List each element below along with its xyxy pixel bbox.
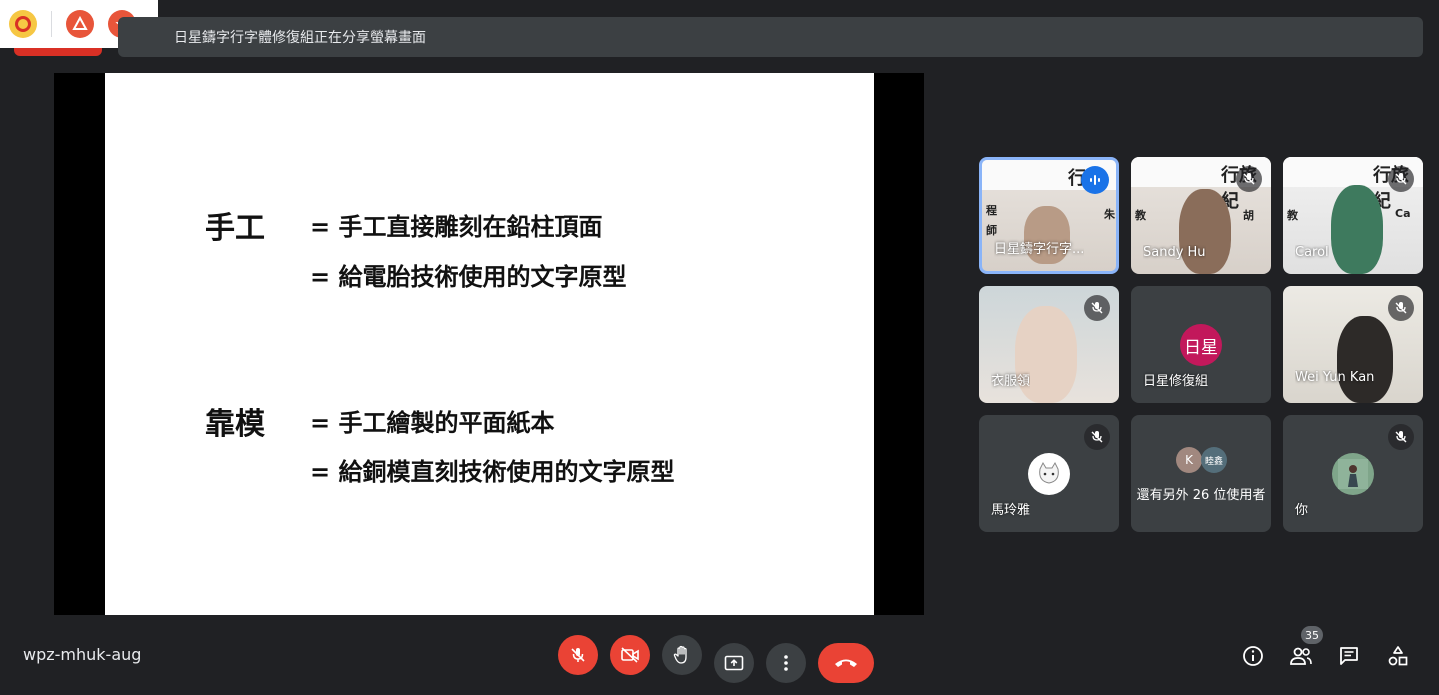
- participant-tile-wei-yun-kan[interactable]: Wei Yun Kan: [1283, 286, 1423, 403]
- participant-avatar: 睦鑫: [1201, 447, 1227, 473]
- camera-off-icon: [621, 647, 639, 663]
- participant-tile-self[interactable]: 你: [1283, 415, 1423, 532]
- muted-mic-icon: [1388, 166, 1414, 192]
- slide-definition-1a: = 手工直接雕刻在鉛柱頂面: [310, 213, 603, 241]
- participant-video-figure: [1179, 189, 1231, 274]
- tile-side-char: Ca: [1395, 207, 1411, 220]
- participants-button[interactable]: [1288, 643, 1314, 669]
- tile-side-char: 朱: [1104, 208, 1115, 221]
- presenting-banner: 日星鑄字行字體修復組正在分享螢幕畫面: [118, 17, 1423, 57]
- raise-hand-button[interactable]: [662, 635, 702, 675]
- participant-tile-restoration-group[interactable]: 日星 日星修復組: [1131, 286, 1271, 403]
- participant-name: 你: [1295, 503, 1309, 518]
- participant-tile-host[interactable]: 行 程 師 朱 日星鑄字行字...: [979, 157, 1119, 274]
- participant-tile-carol[interactable]: 行旅紀 教 Ca Carol: [1283, 157, 1423, 274]
- shared-screen: 手工 = 手工直接雕刻在鉛柱頂面 = 給電胎技術使用的文字原型 靠模 = 手工繪…: [54, 73, 924, 615]
- muted-mic-icon: [1388, 424, 1414, 450]
- tile-side-char: 師: [986, 224, 997, 237]
- self-avatar: [1332, 453, 1374, 495]
- participant-tile-sandy-hu[interactable]: 行旅紀 教 胡 Sandy Hu: [1131, 157, 1271, 274]
- chat-icon: [1340, 647, 1358, 665]
- participant-avatar: K: [1176, 447, 1202, 473]
- participant-avatar: 日星: [1180, 324, 1222, 366]
- tile-side-char: 胡: [1243, 209, 1254, 222]
- slide-term-handcraft: 手工: [205, 211, 265, 246]
- participant-tile-4[interactable]: 衣服領: [979, 286, 1119, 403]
- present-screen-button[interactable]: [714, 643, 754, 683]
- presenting-banner-text: 日星鑄字行字體修復組正在分享螢幕畫面: [174, 30, 426, 46]
- muted-mic-icon: [1084, 295, 1110, 321]
- participant-name: Sandy Hu: [1143, 245, 1206, 260]
- participant-name: Wei Yun Kan: [1295, 370, 1375, 385]
- participant-name: 衣服領: [991, 374, 1031, 389]
- meeting-details-button[interactable]: [1240, 643, 1266, 669]
- toolbar-divider: [51, 11, 52, 37]
- camera-toggle-button[interactable]: [610, 635, 650, 675]
- present-icon: [724, 655, 744, 671]
- participant-video-figure: [1331, 185, 1383, 274]
- slide-definition-1b: = 給電胎技術使用的文字原型: [310, 263, 627, 291]
- shapes-icon: [1388, 646, 1408, 666]
- meeting-code: wpz-mhuk-aug: [23, 645, 142, 664]
- participant-tile-7[interactable]: 馬玲雅: [979, 415, 1119, 532]
- participant-name: 馬玲雅: [991, 503, 1031, 518]
- muted-mic-icon: [1388, 295, 1414, 321]
- presentation-slide: 手工 = 手工直接雕刻在鉛柱頂面 = 給電胎技術使用的文字原型 靠模 = 手工繪…: [105, 73, 874, 615]
- other-participants-label: 還有另外 26 位使用者: [1136, 488, 1266, 503]
- muted-mic-icon: [1084, 424, 1110, 450]
- muted-mic-icon: [1236, 166, 1262, 192]
- tile-side-char: 程: [986, 204, 997, 217]
- tile-side-char: 教: [1135, 209, 1146, 222]
- people-icon: [1290, 647, 1312, 665]
- leave-call-button[interactable]: [818, 643, 874, 683]
- participant-name: Carol: [1295, 245, 1329, 260]
- speaking-indicator-icon: [1081, 166, 1109, 194]
- triangle-extension-icon[interactable]: [66, 10, 94, 38]
- more-options-button[interactable]: [766, 643, 806, 683]
- hang-up-icon: [835, 659, 857, 667]
- slide-term-template: 靠模: [205, 407, 265, 442]
- mic-off-icon: [571, 648, 585, 662]
- emblem-extension-icon[interactable]: [9, 10, 37, 38]
- microphone-toggle-button[interactable]: [558, 635, 598, 675]
- participant-count-badge: 35: [1301, 626, 1323, 644]
- participant-video-figure: [1337, 316, 1393, 403]
- chat-button[interactable]: [1336, 643, 1362, 669]
- participant-name: 日星鑄字行字...: [994, 242, 1085, 257]
- other-participants-tile[interactable]: K 睦鑫 還有另外 26 位使用者: [1131, 415, 1271, 532]
- cat-avatar-icon: [1028, 453, 1070, 495]
- participant-name: 日星修復組: [1143, 374, 1209, 389]
- slide-definition-2b: = 給銅模直刻技術使用的文字原型: [310, 458, 675, 486]
- recording-indicator-strip: [14, 48, 102, 56]
- info-icon: [1243, 646, 1263, 666]
- more-vert-icon: [784, 655, 788, 671]
- tile-side-char: 教: [1287, 209, 1298, 222]
- slide-definition-2a: = 手工繪製的平面紙本: [310, 409, 555, 437]
- activities-button[interactable]: [1385, 643, 1411, 669]
- hand-icon: [673, 645, 687, 664]
